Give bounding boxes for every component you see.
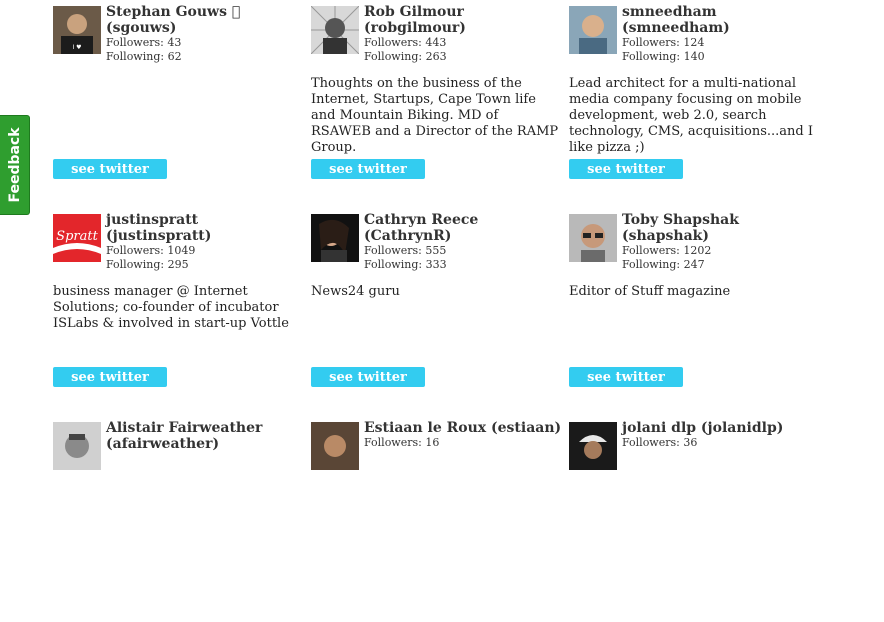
following-count: Following: 140	[622, 50, 822, 64]
followers-label: Followers:	[106, 244, 164, 257]
followers-value: 1202	[683, 244, 712, 257]
user-card: jolani dlp (jolanidlp) Followers: 36	[569, 420, 822, 622]
followers-count: Followers: 16	[364, 436, 564, 450]
avatar[interactable]	[311, 422, 359, 470]
followers-value: 555	[425, 244, 447, 257]
followers-count: Followers: 1202	[622, 244, 822, 258]
user-bio: News24 guru	[311, 284, 400, 299]
avatar[interactable]	[53, 422, 101, 470]
following-count: Following: 247	[622, 258, 822, 272]
user-card: Estiaan le Roux (estiaan) Followers: 16	[311, 420, 564, 622]
user-card: Spratt justinspratt (justinspratt) Follo…	[53, 212, 306, 414]
followers-label: Followers:	[622, 36, 680, 49]
user-card: Rob Gilmour (robgilmour) Followers: 443 …	[311, 4, 564, 206]
followers-label: Followers:	[364, 36, 422, 49]
followers-count: Followers: 555	[364, 244, 564, 258]
feedback-tab[interactable]: Feedback	[0, 115, 30, 215]
see-twitter-button[interactable]: see twitter	[53, 367, 167, 387]
user-bio: business manager @ Internet Solutions; c…	[53, 284, 289, 331]
followers-value: 36	[683, 436, 698, 449]
following-label: Following:	[622, 258, 681, 271]
followers-count: Followers: 1049	[106, 244, 306, 258]
user-name[interactable]: Toby Shapshak (shapshak)	[622, 212, 822, 244]
user-card: Cathryn Reece (CathrynR) Followers: 555 …	[311, 212, 564, 414]
followers-value: 16	[425, 436, 440, 449]
user-bio: Editor of Stuff magazine	[569, 284, 731, 299]
see-twitter-button[interactable]: see twitter	[53, 159, 167, 179]
following-value: 333	[425, 258, 447, 271]
followers-value: 1049	[167, 244, 196, 257]
followers-label: Followers:	[364, 436, 422, 449]
user-name[interactable]: Estiaan le Roux (estiaan)	[364, 420, 564, 436]
following-value: 247	[683, 258, 705, 271]
followers-value: 124	[683, 36, 705, 49]
following-label: Following:	[622, 50, 681, 63]
avatar[interactable]: Spratt	[53, 214, 101, 262]
user-bio: Lead architect for a multi-national medi…	[569, 76, 813, 155]
avatar[interactable]: I ♥	[53, 6, 101, 54]
user-card: smneedham (smneedham) Followers: 124 Fol…	[569, 4, 822, 206]
following-label: Following:	[364, 50, 423, 63]
avatar[interactable]	[311, 6, 359, 54]
following-count: Following: 295	[106, 258, 306, 272]
following-value: 140	[683, 50, 705, 63]
following-value: 295	[167, 258, 189, 271]
followers-count: Followers: 36	[622, 436, 822, 450]
following-count: Following: 333	[364, 258, 564, 272]
user-name[interactable]: Alistair Fairweather (afairweather)	[106, 420, 306, 452]
user-name[interactable]: smneedham (smneedham)	[622, 4, 822, 36]
followers-label: Followers:	[364, 244, 422, 257]
user-name[interactable]: Stephan Gouws   (sgouws)	[106, 4, 306, 36]
followers-label: Followers:	[106, 36, 164, 49]
avatar[interactable]	[569, 422, 617, 470]
see-twitter-button[interactable]: see twitter	[311, 367, 425, 387]
user-card: I ♥ Stephan Gouws   (sgouws) Followers: …	[53, 4, 306, 206]
followers-label: Followers:	[622, 436, 680, 449]
user-card: Alistair Fairweather (afairweather)	[53, 420, 306, 622]
following-label: Following:	[106, 258, 165, 271]
followers-value: 43	[167, 36, 182, 49]
user-name[interactable]: justinspratt (justinspratt)	[106, 212, 306, 244]
see-twitter-button[interactable]: see twitter	[311, 159, 425, 179]
avatar[interactable]	[569, 214, 617, 262]
followers-count: Followers: 443	[364, 36, 564, 50]
following-value: 62	[167, 50, 182, 63]
svg-text:I ♥: I ♥	[72, 44, 81, 51]
followers-count: Followers: 124	[622, 36, 822, 50]
following-label: Following:	[364, 258, 423, 271]
user-bio: Thoughts on the business of the Internet…	[311, 76, 559, 155]
followers-count: Followers: 43	[106, 36, 306, 50]
feedback-label: Feedback	[6, 127, 23, 203]
avatar[interactable]	[569, 6, 617, 54]
user-name[interactable]: jolani dlp (jolanidlp)	[622, 420, 822, 436]
following-label: Following:	[106, 50, 165, 63]
following-count: Following: 62	[106, 50, 306, 64]
avatar[interactable]	[311, 214, 359, 262]
followers-value: 443	[425, 36, 447, 49]
see-twitter-button[interactable]: see twitter	[569, 367, 683, 387]
following-value: 263	[425, 50, 447, 63]
user-name[interactable]: Cathryn Reece (CathrynR)	[364, 212, 564, 244]
user-card: Toby Shapshak (shapshak) Followers: 1202…	[569, 212, 822, 414]
svg-text:Spratt: Spratt	[56, 229, 98, 244]
followers-label: Followers:	[622, 244, 680, 257]
following-count: Following: 263	[364, 50, 564, 64]
see-twitter-button[interactable]: see twitter	[569, 159, 683, 179]
user-name[interactable]: Rob Gilmour (robgilmour)	[364, 4, 564, 36]
